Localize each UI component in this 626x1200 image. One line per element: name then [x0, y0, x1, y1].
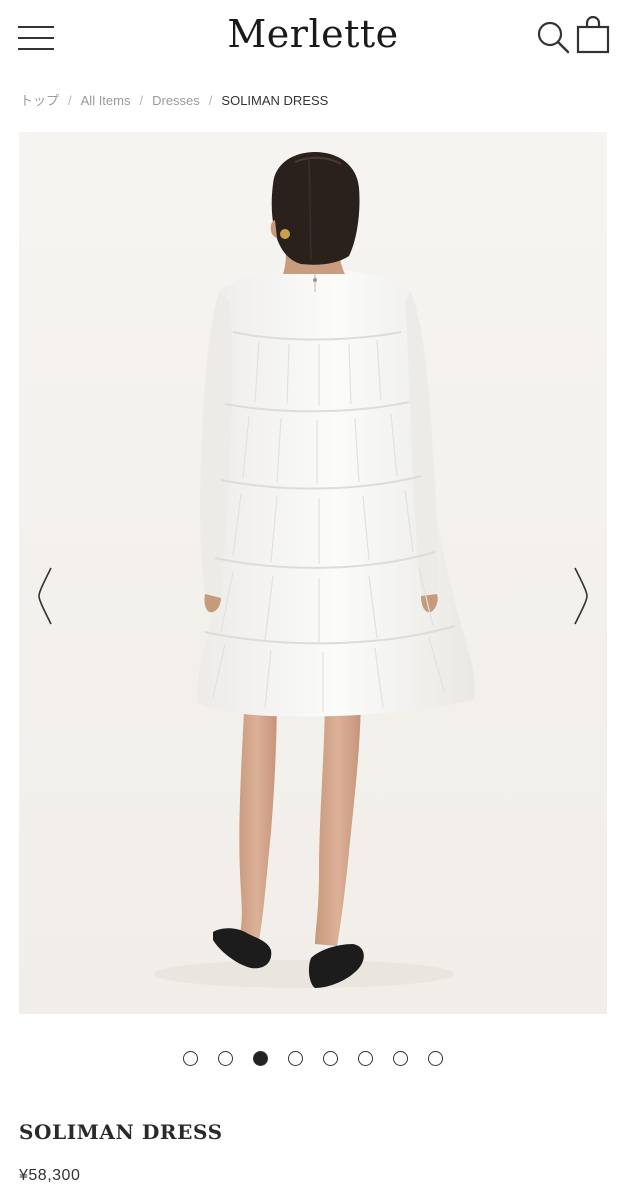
pagination-dot[interactable] [218, 1051, 233, 1066]
pagination-dot[interactable] [358, 1051, 373, 1066]
breadcrumb: トップ / All Items / Dresses / SOLIMAN DRESS [20, 90, 328, 110]
breadcrumb-top[interactable]: トップ [20, 93, 59, 108]
product-image-gallery[interactable] [19, 132, 607, 1014]
gallery-pagination [0, 1051, 626, 1071]
pagination-dot[interactable] [393, 1051, 408, 1066]
breadcrumb-separator: / [139, 93, 144, 108]
pagination-dot[interactable] [288, 1051, 303, 1066]
product-photo [19, 132, 607, 1014]
shopping-bag-icon[interactable] [576, 15, 610, 54]
breadcrumb-all-items[interactable]: All Items [81, 93, 131, 108]
breadcrumb-separator: / [208, 93, 213, 108]
breadcrumb-dresses[interactable]: Dresses [152, 93, 200, 108]
breadcrumb-current: SOLIMAN DRESS [221, 93, 329, 108]
previous-image-arrow-icon[interactable] [35, 566, 55, 626]
search-icon[interactable] [536, 20, 570, 54]
product-title: SOLIMAN DRESS [19, 1120, 223, 1144]
next-image-arrow-icon[interactable] [571, 566, 591, 626]
product-price: ¥58,300 [19, 1167, 81, 1184]
pagination-dot-active[interactable] [253, 1051, 268, 1066]
site-header: Merlette [0, 0, 626, 78]
pagination-dot[interactable] [323, 1051, 338, 1066]
pagination-dot[interactable] [428, 1051, 443, 1066]
pagination-dot[interactable] [183, 1051, 198, 1066]
brand-logo[interactable]: Merlette [0, 12, 626, 56]
breadcrumb-separator: / [68, 93, 72, 108]
